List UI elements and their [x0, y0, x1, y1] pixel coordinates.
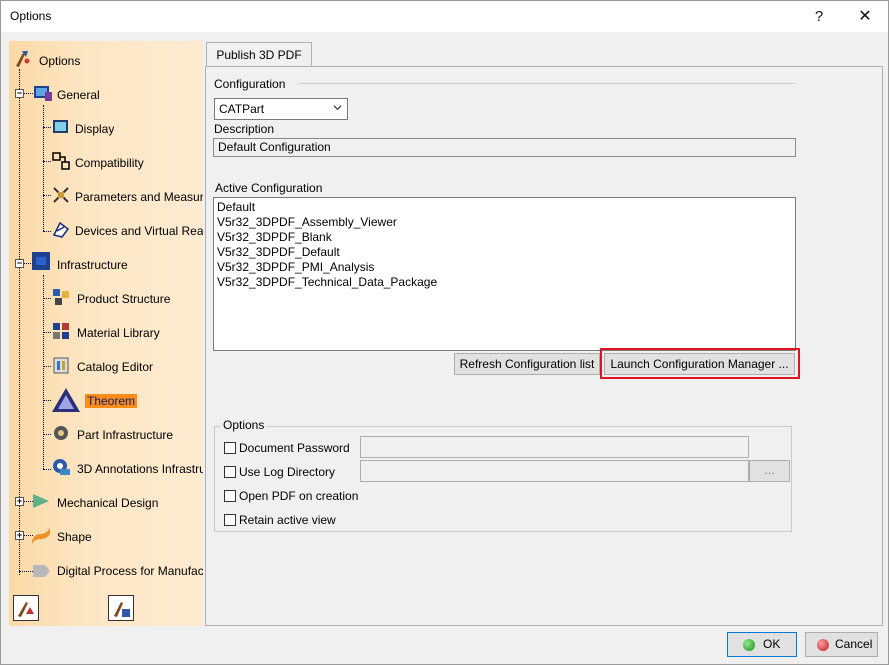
tree-item-shape[interactable]: Shape [57, 530, 92, 544]
description-field: Default Configuration [213, 138, 796, 157]
cancel-label: Cancel [835, 637, 873, 651]
tree-item-material-library[interactable]: Material Library [77, 326, 160, 340]
tree-item-devices-vr[interactable]: Devices and Virtual Reali [75, 224, 203, 238]
active-configuration-list[interactable]: Default V5r32_3DPDF_Assembly_Viewer V5r3… [213, 197, 796, 351]
document-password-label: Document Password [239, 441, 350, 455]
list-item[interactable]: V5r32_3DPDF_Default [217, 245, 792, 260]
use-log-directory-label: Use Log Directory [239, 465, 336, 479]
tree-item-catalog-editor[interactable]: Catalog Editor [77, 360, 153, 374]
configuration-label: Configuration [214, 77, 286, 91]
devices-vr-icon [52, 221, 70, 238]
tree-item-parameters-measure[interactable]: Parameters and Measure [75, 190, 203, 204]
list-item[interactable]: Default [217, 200, 792, 215]
options-root-icon [16, 51, 30, 67]
product-structure-icon [53, 289, 69, 305]
ok-button[interactable]: OK [727, 632, 797, 657]
configuration-select[interactable]: CATPart [214, 98, 348, 120]
retain-view-checkbox[interactable] [224, 514, 236, 526]
list-item[interactable]: V5r32_3DPDF_Blank [217, 230, 792, 245]
tree-root-options[interactable]: Options [39, 54, 80, 68]
general-icon [34, 86, 52, 101]
list-item[interactable]: V5r32_3DPDF_PMI_Analysis [217, 260, 792, 275]
tree-item-digital-process[interactable]: Digital Process for Manufact [57, 564, 203, 578]
part-infrastructure-icon [54, 426, 68, 440]
active-configuration-label: Active Configuration [215, 181, 323, 195]
reset-options-button[interactable] [13, 595, 39, 621]
tree-item-mechanical-design[interactable]: Mechanical Design [57, 496, 158, 510]
expander-infrastructure[interactable]: − [15, 259, 24, 268]
tree-item-display[interactable]: Display [75, 122, 114, 136]
open-pdf-checkbox[interactable] [224, 490, 236, 502]
description-label: Description [214, 122, 275, 136]
expander-general[interactable]: − [15, 89, 24, 98]
close-button[interactable]: ✕ [842, 1, 888, 32]
display-icon [53, 120, 68, 133]
refresh-configuration-button[interactable]: Refresh Configuration list [454, 353, 600, 375]
cancel-red-icon [817, 639, 829, 651]
reset-icon [18, 602, 34, 617]
tree-item-general[interactable]: General [57, 88, 100, 102]
cancel-button[interactable]: Cancel [805, 632, 878, 657]
window-title: Options [10, 9, 52, 23]
material-library-icon [53, 323, 69, 339]
list-item[interactable]: V5r32_3DPDF_Technical_Data_Package [217, 275, 792, 290]
options-group-title: Options [220, 418, 268, 432]
launch-configuration-manager-button[interactable]: Launch Configuration Manager ... [604, 353, 795, 375]
title-bar: Options ? ✕ [1, 1, 888, 32]
ok-label: OK [763, 637, 781, 651]
shape-icon [32, 528, 50, 544]
compatibility-icon [52, 152, 70, 170]
open-pdf-label: Open PDF on creation [239, 489, 359, 503]
digital-process-icon [33, 565, 50, 577]
document-password-input [360, 436, 749, 458]
tree-item-product-structure[interactable]: Product Structure [77, 292, 170, 306]
chevron-down-icon [333, 105, 342, 111]
mechanical-design-icon [33, 494, 49, 508]
catalog-editor-icon [53, 357, 69, 374]
tree-item-theorem[interactable]: Theorem [85, 394, 138, 408]
infrastructure-icon [32, 252, 50, 270]
expander-shape[interactable]: + [15, 531, 24, 540]
options-dialog: Options ? ✕ Options − General Display Co… [0, 0, 889, 665]
help-button[interactable]: ? [796, 1, 842, 32]
browse-log-directory-button[interactable]: ... [749, 460, 790, 482]
tree-item-infrastructure[interactable]: Infrastructure [57, 258, 128, 272]
configuration-select-value: CATPart [219, 102, 265, 116]
parameters-icon [114, 602, 130, 617]
log-directory-input [360, 460, 749, 482]
document-password-checkbox[interactable] [224, 442, 236, 454]
use-log-directory-checkbox[interactable] [224, 466, 236, 478]
expander-mechanical-design[interactable]: + [15, 497, 24, 506]
list-item[interactable]: V5r32_3DPDF_Assembly_Viewer [217, 215, 792, 230]
tree-item-3d-annotations[interactable]: 3D Annotations Infrastru [77, 462, 203, 476]
show-parameters-button[interactable] [108, 595, 134, 621]
parameters-measure-icon [53, 187, 69, 203]
tree-item-part-infrastructure[interactable]: Part Infrastructure [77, 428, 173, 442]
annotations-3d-icon [53, 459, 70, 475]
ok-green-icon [743, 639, 755, 651]
retain-view-label: Retain active view [239, 513, 336, 527]
tree-item-compatibility[interactable]: Compatibility [75, 156, 144, 170]
theorem-icon [52, 388, 80, 412]
tab-publish-3d-pdf[interactable]: Publish 3D PDF [206, 42, 312, 67]
options-tree: Options − General Display Compatibility [9, 41, 203, 626]
